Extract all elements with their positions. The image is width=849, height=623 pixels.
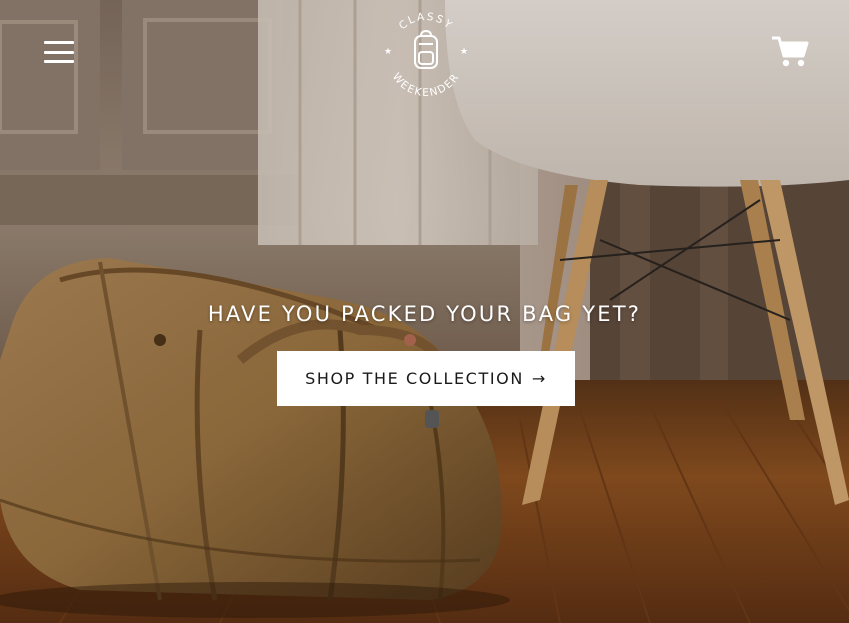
star-icon: ★ xyxy=(384,47,392,57)
svg-text:CLASSY: CLASSY xyxy=(397,11,456,33)
hamburger-line xyxy=(44,50,74,54)
shopping-cart-icon xyxy=(772,36,809,67)
hero-headline: HAVE YOU PACKED YOUR BAG YET? xyxy=(207,302,642,326)
logo-top-text: CLASSY xyxy=(397,11,454,33)
hamburger-line xyxy=(44,60,74,63)
svg-text:WEEKENDER: WEEKENDER xyxy=(390,71,462,99)
hamburger-menu-icon xyxy=(44,41,74,44)
shop-collection-label: SHOP THE COLLECTION xyxy=(305,369,524,388)
menu-button[interactable] xyxy=(40,38,78,66)
shop-collection-button[interactable]: SHOP THE COLLECTION → xyxy=(277,351,575,406)
arrow-right-icon: → xyxy=(531,369,547,388)
star-icon: ★ xyxy=(460,47,468,57)
site-logo[interactable]: CLASSY WEEKENDER ★ ★ xyxy=(374,6,478,104)
logo-bottom-text: WEEKENDER xyxy=(390,71,461,99)
backpack-icon xyxy=(414,29,438,69)
cart-button[interactable] xyxy=(770,34,810,70)
hero-banner: CLASSY WEEKENDER ★ ★ HAVE YOU PACKED YOU… xyxy=(0,0,849,623)
